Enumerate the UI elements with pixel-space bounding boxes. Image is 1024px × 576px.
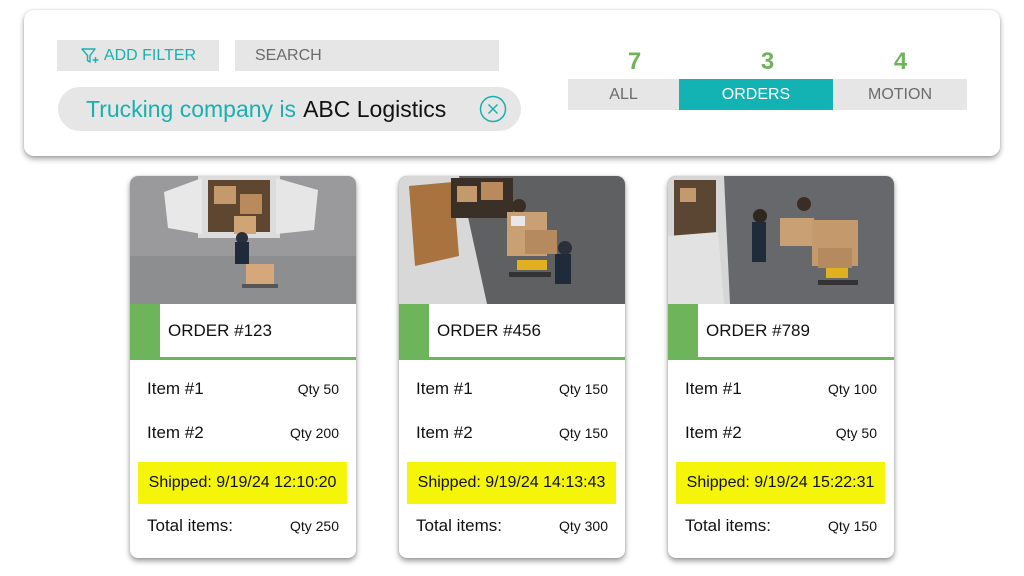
total-label: Total items: xyxy=(685,516,771,535)
delivery-photo xyxy=(130,176,356,304)
order-card[interactable]: ORDER #456 Item #1 Qty 150 Item #2 Qty 1… xyxy=(399,176,625,558)
filter-chip-key: Trucking company is xyxy=(86,95,297,122)
segment-control: 7 3 4 ALL ORDERS MOTION xyxy=(568,48,967,112)
item-label: Item #2 xyxy=(147,423,204,442)
total-row: Total items: Qty 250 xyxy=(147,516,339,536)
order-card[interactable]: ORDER #789 Item #1 Qty 100 Item #2 Qty 5… xyxy=(668,176,894,558)
delivery-photo xyxy=(399,176,625,304)
order-card[interactable]: ORDER #123 Item #1 Qty 50 Item #2 Qty 20… xyxy=(130,176,356,558)
item-row: Item #2 Qty 200 xyxy=(147,423,339,443)
shipped-timestamp: Shipped: 9/19/24 14:13:43 xyxy=(407,462,616,504)
segment-bar: ALL ORDERS MOTION xyxy=(568,79,967,110)
item-qty: Qty 100 xyxy=(827,381,877,397)
total-label: Total items: xyxy=(416,516,502,535)
filter-chip-value: ABC Logistics xyxy=(303,95,447,122)
order-header: ORDER #789 xyxy=(668,304,894,360)
shipped-timestamp: Shipped: 9/19/24 12:10:20 xyxy=(138,462,347,504)
item-label: Item #2 xyxy=(685,423,742,442)
count-all: 7 xyxy=(627,48,642,75)
total-row: Total items: Qty 150 xyxy=(685,516,877,536)
item-qty: Qty 200 xyxy=(289,425,339,441)
order-title: ORDER #123 xyxy=(168,320,272,340)
tab-motion[interactable]: MOTION xyxy=(833,79,967,110)
item-row: Item #1 Qty 100 xyxy=(685,379,877,399)
count-orders: 3 xyxy=(760,48,775,75)
close-circle-icon[interactable] xyxy=(479,95,507,123)
total-row: Total items: Qty 300 xyxy=(416,516,608,536)
order-title: ORDER #789 xyxy=(706,320,810,340)
total-qty: Qty 300 xyxy=(558,518,608,534)
item-qty: Qty 50 xyxy=(835,425,877,441)
total-qty: Qty 150 xyxy=(827,518,877,534)
order-title: ORDER #456 xyxy=(437,320,541,340)
item-label: Item #1 xyxy=(416,379,473,398)
search-input[interactable] xyxy=(235,40,499,71)
order-header: ORDER #123 xyxy=(130,304,356,360)
order-header: ORDER #456 xyxy=(399,304,625,360)
count-motion: 4 xyxy=(893,48,908,75)
item-label: Item #2 xyxy=(416,423,473,442)
shipped-timestamp: Shipped: 9/19/24 15:22:31 xyxy=(676,462,885,504)
item-row: Item #2 Qty 150 xyxy=(416,423,608,443)
item-label: Item #1 xyxy=(685,379,742,398)
filter-add-icon xyxy=(81,47,99,63)
item-row: Item #2 Qty 50 xyxy=(685,423,877,443)
total-qty: Qty 250 xyxy=(289,518,339,534)
tab-orders[interactable]: ORDERS xyxy=(679,79,833,110)
item-row: Item #1 Qty 150 xyxy=(416,379,608,399)
item-qty: Qty 150 xyxy=(558,381,608,397)
filter-chip: Trucking company is ABC Logistics xyxy=(58,87,521,131)
tab-all[interactable]: ALL xyxy=(568,79,679,110)
add-filter-label: ADD FILTER xyxy=(103,46,197,64)
delivery-photo xyxy=(668,176,894,304)
order-accent-stripe xyxy=(668,304,698,357)
order-accent-stripe xyxy=(399,304,429,357)
item-qty: Qty 50 xyxy=(297,381,339,397)
item-label: Item #1 xyxy=(147,379,204,398)
total-label: Total items: xyxy=(147,516,233,535)
item-row: Item #1 Qty 50 xyxy=(147,379,339,399)
filter-panel: ADD FILTER Trucking company is ABC Logis… xyxy=(24,10,1000,156)
add-filter-button[interactable]: ADD FILTER xyxy=(57,40,219,71)
item-qty: Qty 150 xyxy=(558,425,608,441)
order-accent-stripe xyxy=(130,304,160,357)
